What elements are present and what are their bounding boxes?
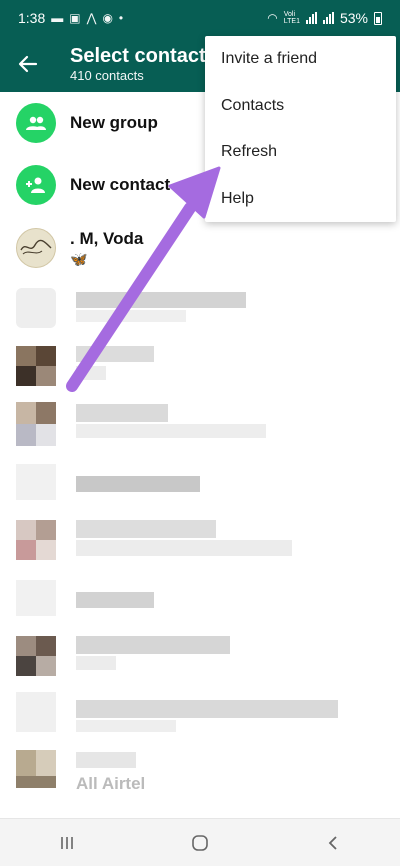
new-contact-label: New contact (70, 175, 171, 194)
app-bar-titles: Select contact 410 contacts (70, 44, 206, 84)
home-icon (192, 834, 208, 851)
status-right: ◠ Voli LTE1 53% (267, 10, 382, 26)
blurred-status (76, 366, 106, 380)
blurred-name (76, 404, 168, 422)
message-icon: ▬ (51, 11, 64, 25)
status-left: 1:38 ▬ ▣ ⋀ ◉ • (18, 10, 123, 26)
status-bar: 1:38 ▬ ▣ ⋀ ◉ • ◠ Voli LTE1 53% (0, 0, 400, 36)
recents-button[interactable] (37, 819, 97, 866)
blurred-status (76, 310, 186, 322)
blurred-status (76, 424, 266, 438)
battery-percent: 53% (339, 10, 368, 26)
blurred-status (76, 656, 116, 670)
blurred-name (76, 476, 200, 492)
navigation-bar (0, 818, 400, 866)
recents-icon (60, 836, 73, 849)
blurred-status (76, 752, 136, 768)
blurred-avatar-part (36, 750, 56, 776)
blurred-avatar-part (16, 424, 36, 446)
blurred-avatar-part (36, 520, 56, 540)
signal-icon-2 (322, 12, 334, 24)
network-label: Voli LTE1 (283, 11, 300, 25)
blurred-name (76, 700, 338, 718)
arrow-back-icon (18, 55, 38, 73)
blurred-contact-row[interactable] (0, 686, 400, 744)
contact-row[interactable]: . M, Voda 🦋 (0, 216, 400, 280)
blurred-avatar-part (36, 424, 56, 446)
blurred-avatar-part (36, 636, 56, 656)
blurred-avatar-part (36, 402, 56, 424)
blurred-avatar (16, 402, 36, 424)
blurred-avatar-part (36, 540, 56, 560)
overflow-menu: Invite a friend Contacts Refresh Help (205, 36, 396, 222)
new-group-label: New group (70, 113, 158, 132)
image-icon: ▣ (69, 11, 81, 25)
partial-contact-name: All Airtel (76, 774, 146, 793)
blurred-avatar-part (36, 656, 56, 676)
menu-item-help[interactable]: Help (205, 176, 396, 223)
blurred-name (76, 636, 230, 654)
blurred-contact-row[interactable] (0, 570, 400, 628)
blurred-contact-row[interactable] (0, 396, 400, 454)
contact-count: 410 contacts (70, 68, 144, 83)
back-button[interactable] (0, 36, 56, 92)
blurred-avatar (16, 464, 56, 500)
blurred-avatar (16, 520, 36, 540)
blurred-name (76, 520, 216, 538)
blurred-name (76, 292, 246, 308)
battery-icon (374, 11, 382, 25)
app-icon: ⋀ (86, 11, 97, 25)
nav-back-button[interactable] (303, 819, 363, 866)
menu-item-contacts[interactable]: Contacts (205, 83, 396, 130)
blurred-contact-row[interactable] (0, 454, 400, 512)
nav-back-icon (329, 835, 337, 850)
home-button[interactable] (170, 819, 230, 866)
blurred-status (76, 720, 176, 732)
blurred-contact-row[interactable] (0, 628, 400, 686)
signal-icon (305, 12, 317, 24)
menu-item-refresh[interactable]: Refresh (205, 129, 396, 176)
wifi-icon: ◠ (267, 11, 278, 25)
blurred-status (76, 540, 292, 556)
blurred-name (76, 592, 154, 608)
group-icon (16, 103, 56, 143)
blurred-avatar-part (36, 346, 56, 366)
contact-text: . M, Voda 🦋 (70, 229, 143, 268)
more-notifications-icon: • (118, 11, 124, 25)
blurred-contact-row[interactable] (0, 512, 400, 570)
avatar (16, 228, 56, 268)
blurred-name (76, 346, 154, 362)
blurred-avatar (16, 288, 56, 328)
blurred-contact-row[interactable] (0, 280, 400, 338)
blurred-contact-row[interactable] (0, 338, 400, 396)
blurred-avatar (16, 692, 56, 732)
partial-contact-row[interactable]: All Airtel (0, 744, 400, 802)
blurred-avatar-part (16, 656, 36, 676)
add-person-icon (16, 165, 56, 205)
blurred-avatar (16, 636, 36, 656)
blurred-avatar-part (16, 776, 56, 788)
contact-status: 🦋 (70, 250, 88, 267)
blurred-avatar (16, 346, 36, 366)
blurred-avatar-part (16, 366, 36, 386)
status-time: 1:38 (18, 10, 46, 26)
blurred-avatar (16, 580, 56, 616)
blurred-avatar-part (36, 366, 56, 386)
blurred-avatar-part (16, 540, 36, 560)
menu-item-invite-friend[interactable]: Invite a friend (205, 36, 396, 83)
page-title: Select contact (70, 45, 206, 67)
messenger-icon: ◉ (102, 11, 113, 25)
blurred-avatar (16, 750, 36, 776)
contact-name: . M, Voda (70, 228, 144, 248)
